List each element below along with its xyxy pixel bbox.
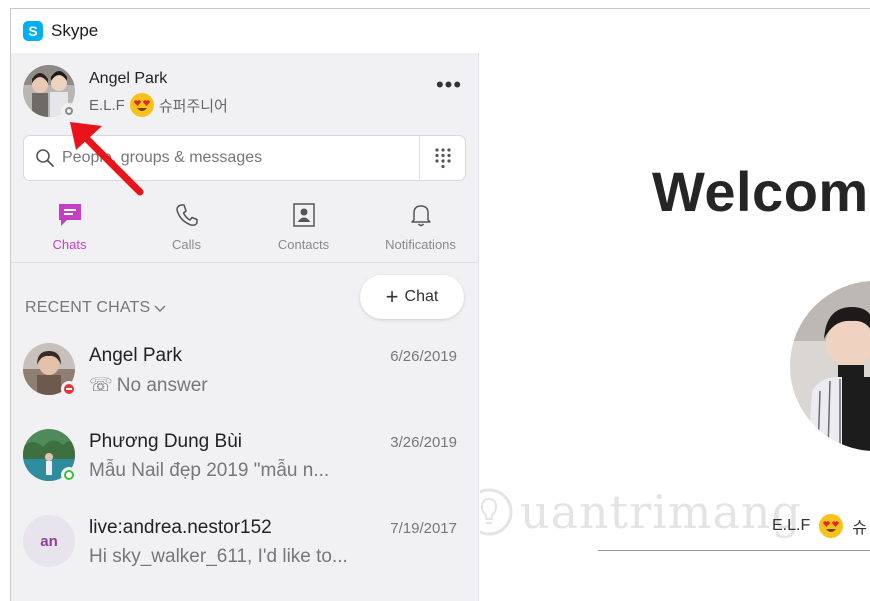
bell-icon [407, 201, 435, 229]
search-box [23, 135, 466, 181]
chat-avatar: an [23, 515, 75, 567]
chat-date: 3/26/2019 [390, 434, 457, 451]
chat-preview: Hi sky_walker_611, I'd like to... [89, 546, 348, 568]
window-title: Skype [51, 21, 99, 40]
avatar-initials: an [23, 515, 75, 567]
heart-eyes-emoji-icon [129, 93, 154, 117]
dialpad-icon [434, 148, 451, 169]
tab-calls[interactable]: Calls [128, 193, 245, 263]
skype-window: S Skype Angel Park E.L.F 슈퍼주니어 ••• Peopl… [10, 8, 870, 601]
watermark-text: uantrimang [520, 485, 802, 539]
contacts-icon [290, 201, 318, 229]
recent-chats-label: RECENT CHATS [25, 299, 151, 316]
chat-preview-text: Mẫu Nail đẹp 2019 "mẫu n... [89, 460, 330, 481]
chat-icon [56, 201, 84, 229]
chat-list-item[interactable]: Phương Dung Bùi 3/26/2019 Mẫu Nail đẹp 2… [11, 419, 479, 505]
chat-preview: ☏ No answer [89, 374, 208, 397]
mood-suffix: 슈 [852, 520, 867, 537]
profile-name[interactable]: Angel Park [89, 70, 167, 88]
tab-label: Notifications [385, 237, 456, 252]
tab-label: Chats [52, 237, 87, 252]
main-panel: Welcom uantrimang E.L.F 슈 [480, 53, 870, 601]
chat-name: Phương Dung Bùi [89, 431, 242, 452]
chat-name: live:andrea.nestor152 [89, 517, 272, 538]
chat-preview: Mẫu Nail đẹp 2019 "mẫu n... [89, 460, 329, 482]
busy-status-icon [61, 381, 77, 397]
chat-list: Angel Park 6/26/2019 ☏ No answer Phương … [11, 333, 479, 591]
title-bar: S Skype [11, 9, 870, 53]
chat-name: Angel Park [89, 345, 182, 366]
sidebar: Angel Park E.L.F 슈퍼주니어 ••• People, group… [11, 53, 479, 601]
search-input[interactable] [62, 136, 419, 180]
chat-avatar [23, 429, 77, 483]
online-status-icon [61, 467, 77, 483]
watermark: uantrimang [480, 485, 802, 539]
tab-notifications[interactable]: Notifications [362, 193, 479, 263]
dialpad-button[interactable] [419, 136, 465, 180]
profile-avatar[interactable] [23, 65, 77, 119]
mood-underline [598, 550, 870, 551]
chat-date: 7/19/2017 [390, 520, 457, 537]
heart-eyes-emoji-icon [819, 514, 844, 538]
chat-avatar [23, 343, 77, 397]
chat-date: 6/26/2019 [390, 348, 457, 365]
more-options-button[interactable]: ••• [431, 74, 467, 105]
welcome-heading: Welcom [652, 160, 869, 223]
chat-list-item[interactable]: Angel Park 6/26/2019 ☏ No answer [11, 333, 479, 419]
profile-photo [790, 281, 870, 451]
recent-chats-header[interactable]: RECENT CHATS [25, 299, 166, 317]
chat-preview-text: Hi sky_walker_611, I'd like to... [89, 546, 348, 567]
offline-status-icon [61, 103, 77, 119]
svg-text:S: S [28, 23, 37, 39]
tab-label: Contacts [277, 237, 330, 252]
tab-contacts[interactable]: Contacts [245, 193, 362, 263]
profile-header: Angel Park E.L.F 슈퍼주니어 ••• [23, 65, 467, 121]
mood-prefix: E.L.F [89, 96, 125, 114]
nav-tabs: Chats Calls Contacts Notifications [11, 193, 479, 263]
tab-chats[interactable]: Chats [11, 193, 128, 263]
mood-suffix: 슈퍼주니어 [158, 97, 228, 115]
lightbulb-icon [480, 488, 513, 536]
mood-prefix: E.L.F [772, 517, 811, 534]
phone-icon [173, 201, 201, 229]
tab-label: Calls [172, 237, 201, 252]
chevron-down-icon [154, 305, 166, 312]
search-icon [28, 136, 62, 180]
chat-list-item[interactable]: an live:andrea.nestor152 7/19/2017 Hi sk… [11, 505, 479, 591]
new-chat-label: Chat [404, 288, 439, 305]
new-chat-button[interactable]: + Chat [360, 275, 464, 319]
profile-mood[interactable]: E.L.F 슈퍼주니어 [89, 92, 228, 118]
skype-logo-icon: S [23, 21, 43, 41]
chat-preview-text: No answer [116, 374, 208, 396]
plus-icon: + [385, 284, 399, 309]
main-mood: E.L.F 슈 [772, 513, 867, 539]
phone-missed-icon: ☏ [89, 375, 113, 396]
